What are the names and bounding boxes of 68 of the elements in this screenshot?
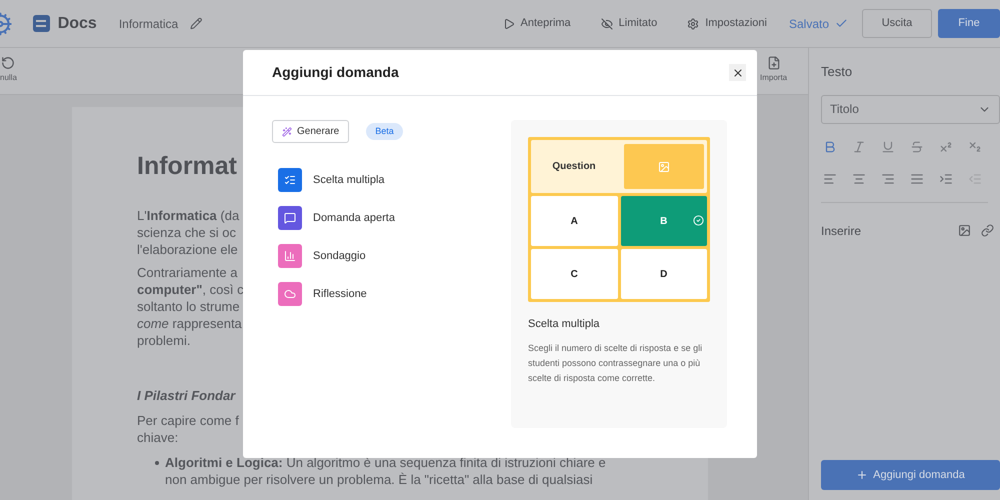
toolbar-button[interactable]: Impostazioni — [687, 15, 767, 32]
image-icon — [624, 144, 704, 189]
document-name: Informatica — [118, 16, 178, 32]
paragraph-line: come rappresenta — [137, 315, 242, 332]
paragraph-line: problemi. — [137, 332, 190, 349]
paragraph-line: soltanto lo strume — [137, 298, 240, 315]
list-item-line: Algoritmi e Logica: Un algoritmo è una sequenza finita di istruzioni chiare e — [165, 454, 606, 471]
check-circle-icon — [693, 215, 704, 226]
paragraph-line: L'Informatica (da — [137, 207, 240, 224]
underline-button[interactable] — [881, 140, 895, 154]
file-plus-icon — [766, 56, 781, 70]
question-type-item[interactable]: Domanda aperta — [278, 206, 511, 230]
gear-icon — [687, 18, 700, 30]
app-title: Docs — [58, 14, 97, 34]
superscript-button[interactable] — [939, 140, 953, 154]
save-status: Salvato — [788, 14, 848, 32]
answer-option: B — [620, 196, 707, 246]
toolbar-button[interactable]: Anteprima — [502, 15, 571, 32]
toolbar-button[interactable]: Limitato — [600, 15, 658, 32]
paragraph-line: Per capire come f — [137, 412, 239, 429]
answer-option: D — [620, 249, 707, 299]
paragraph-line: computer", così c — [137, 281, 244, 298]
section-heading: I Pilastri Fondar — [137, 387, 236, 404]
close-button[interactable] — [729, 64, 746, 81]
question-type-item[interactable]: Scelta multipla — [278, 168, 511, 192]
preview-description: Scegli il numero di scelte di risposta e se gli studenti possono contrassegnare una o più scelte di risposta come corrette. — [528, 342, 704, 385]
outline-button[interactable]: Uscita — [862, 9, 932, 38]
undo-button[interactable]: nulla — [0, 56, 17, 84]
image-icon[interactable] — [958, 224, 971, 237]
question-type-item[interactable]: Riflessione — [278, 282, 511, 306]
paragraph-line: Contrariamente a — [137, 264, 238, 281]
add-question-button[interactable]: Aggiungi domanda — [821, 460, 1000, 490]
beta-badge: Beta — [366, 123, 403, 140]
subscript-button[interactable] — [968, 140, 982, 154]
dialog-title: Aggiungi domanda — [272, 63, 399, 82]
primary-button[interactable]: Fine — [938, 9, 1000, 38]
italic-button[interactable] — [852, 140, 866, 154]
insert-label: Inserire — [821, 222, 862, 240]
question-cell: Question — [531, 140, 707, 193]
link-icon[interactable] — [981, 224, 994, 237]
align-left-button[interactable] — [823, 172, 837, 186]
strike-button[interactable] — [910, 140, 924, 154]
close-icon — [732, 66, 744, 78]
preview-title: Scelta multipla — [528, 317, 601, 332]
pencil-icon[interactable] — [190, 17, 203, 30]
magic-wand-icon — [282, 126, 292, 136]
panel-heading: Testo — [821, 63, 854, 81]
document-title: Informat — [137, 151, 237, 181]
import-button[interactable]: Importa — [760, 56, 788, 84]
play-icon — [502, 18, 515, 30]
generate-button[interactable]: Generare — [272, 120, 350, 143]
undo-icon — [1, 56, 16, 70]
paragraph-line: l'elaborazione ele — [137, 241, 238, 258]
docs-icon — [32, 15, 50, 32]
question-type-item[interactable]: Sondaggio — [278, 244, 511, 268]
style-select[interactable]: Titolo — [821, 94, 1000, 124]
list-item-line: non ambigue per risolvere un problema. È la "ricetta" alla base di qualsiasi — [165, 471, 593, 488]
plus-icon — [856, 469, 868, 481]
align-justify-button[interactable] — [910, 172, 924, 186]
bold-button[interactable] — [823, 140, 837, 154]
paragraph-line: chiave: — [137, 429, 178, 446]
align-center-button[interactable] — [852, 172, 866, 186]
answer-option: C — [531, 249, 618, 299]
align-right-button[interactable] — [881, 172, 895, 186]
align-indent-button[interactable] — [939, 172, 953, 186]
answer-option: A — [531, 196, 618, 246]
eye-off-icon — [600, 18, 613, 30]
paragraph-line: scienza che si oc — [137, 224, 236, 241]
